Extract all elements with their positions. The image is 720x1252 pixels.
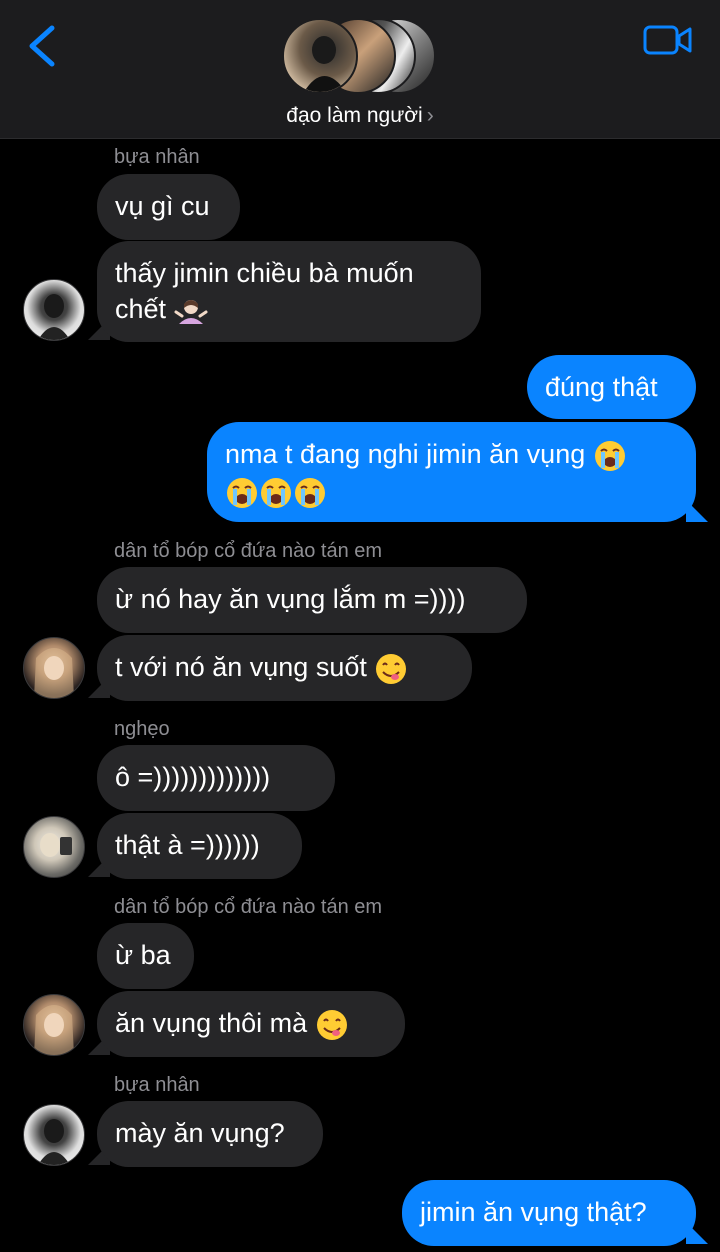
message-text-line2: chết bbox=[115, 294, 167, 324]
avatar[interactable] bbox=[23, 1104, 85, 1166]
message-text: nma t đang nghi jimin ăn vụng bbox=[225, 439, 586, 469]
sender-name: nghẹo bbox=[114, 718, 170, 740]
avatar[interactable] bbox=[23, 637, 85, 699]
message-text: ừ ba bbox=[115, 940, 171, 970]
chat-header: đạo làm người › bbox=[0, 0, 720, 139]
avatar[interactable] bbox=[23, 816, 85, 878]
loudly-crying-face-emoji-icon bbox=[227, 477, 257, 508]
group-title[interactable]: đạo làm người › bbox=[0, 104, 720, 128]
face-savoring-food-emoji-icon bbox=[376, 653, 407, 684]
group-name-text: đạo làm người bbox=[286, 104, 423, 127]
message-bubble[interactable]: jimin ăn vụng thật? bbox=[402, 1180, 696, 1246]
person-photo-icon bbox=[38, 1119, 70, 1165]
group-avatar-1 bbox=[282, 18, 358, 94]
message-text: ừ nó hay ăn vụng lắm m =)))) bbox=[115, 584, 466, 614]
loudly-crying-face-emoji-icon bbox=[261, 477, 291, 508]
person-photo-icon bbox=[34, 648, 74, 698]
message-text: jimin ăn vụng thật? bbox=[420, 1197, 647, 1227]
person-photo-icon bbox=[38, 294, 70, 340]
person-photo-icon bbox=[34, 1005, 74, 1055]
message-text: ăn vụng thôi mà bbox=[115, 1008, 308, 1038]
message-bubble[interactable]: ừ nó hay ăn vụng lắm m =)))) bbox=[97, 567, 527, 633]
group-avatars[interactable] bbox=[282, 18, 442, 98]
message-bubble[interactable]: thật à =)))))) bbox=[97, 813, 302, 879]
message-text: t với nó ăn vụng suốt bbox=[115, 652, 367, 682]
message-bubble[interactable]: vụ gì cu bbox=[97, 174, 240, 240]
message-text: thấy jimin chiều bà muốn bbox=[115, 258, 414, 288]
person-photo-icon bbox=[304, 36, 346, 92]
sender-name: bựa nhân bbox=[114, 146, 200, 168]
message-bubble[interactable]: nma t đang nghi jimin ăn vụng bbox=[207, 422, 696, 522]
person-shrugging-emoji-icon bbox=[174, 299, 208, 324]
loudly-crying-face-emoji-icon bbox=[295, 477, 325, 508]
sender-name: dân tổ bóp cổ đứa nào tán em bbox=[114, 896, 383, 918]
message-bubble[interactable]: mày ăn vụng? bbox=[97, 1101, 323, 1167]
loudly-crying-face-emoji-icon bbox=[594, 440, 625, 471]
avatar[interactable] bbox=[23, 994, 85, 1056]
message-text: mày ăn vụng? bbox=[115, 1118, 285, 1148]
chevron-left-icon bbox=[29, 25, 55, 67]
message-bubble[interactable]: t với nó ăn vụng suốt bbox=[97, 635, 472, 701]
video-camera-icon bbox=[643, 25, 692, 55]
message-bubble[interactable]: ô =))))))))))))) bbox=[97, 745, 335, 811]
message-text: thật à =)))))) bbox=[115, 830, 260, 860]
chevron-right-icon: › bbox=[426, 104, 434, 127]
avatar[interactable] bbox=[23, 279, 85, 341]
message-text: ô =))))))))))))) bbox=[115, 762, 271, 792]
person-photo-icon bbox=[40, 833, 72, 857]
message-text: đúng thật bbox=[545, 372, 658, 402]
message-bubble[interactable]: đúng thật bbox=[527, 355, 696, 419]
message-bubble[interactable]: ăn vụng thôi mà bbox=[97, 991, 405, 1057]
message-bubble[interactable]: thấy jimin chiều bà muốn chết bbox=[97, 241, 481, 342]
sender-name: dân tổ bóp cổ đứa nào tán em bbox=[114, 540, 383, 562]
sender-name: bựa nhân bbox=[114, 1074, 200, 1096]
message-text: vụ gì cu bbox=[115, 191, 210, 221]
message-bubble[interactable]: ừ ba bbox=[97, 923, 194, 989]
back-button[interactable] bbox=[24, 22, 64, 70]
face-savoring-food-emoji-icon bbox=[316, 1009, 347, 1040]
video-call-button[interactable] bbox=[642, 22, 694, 58]
